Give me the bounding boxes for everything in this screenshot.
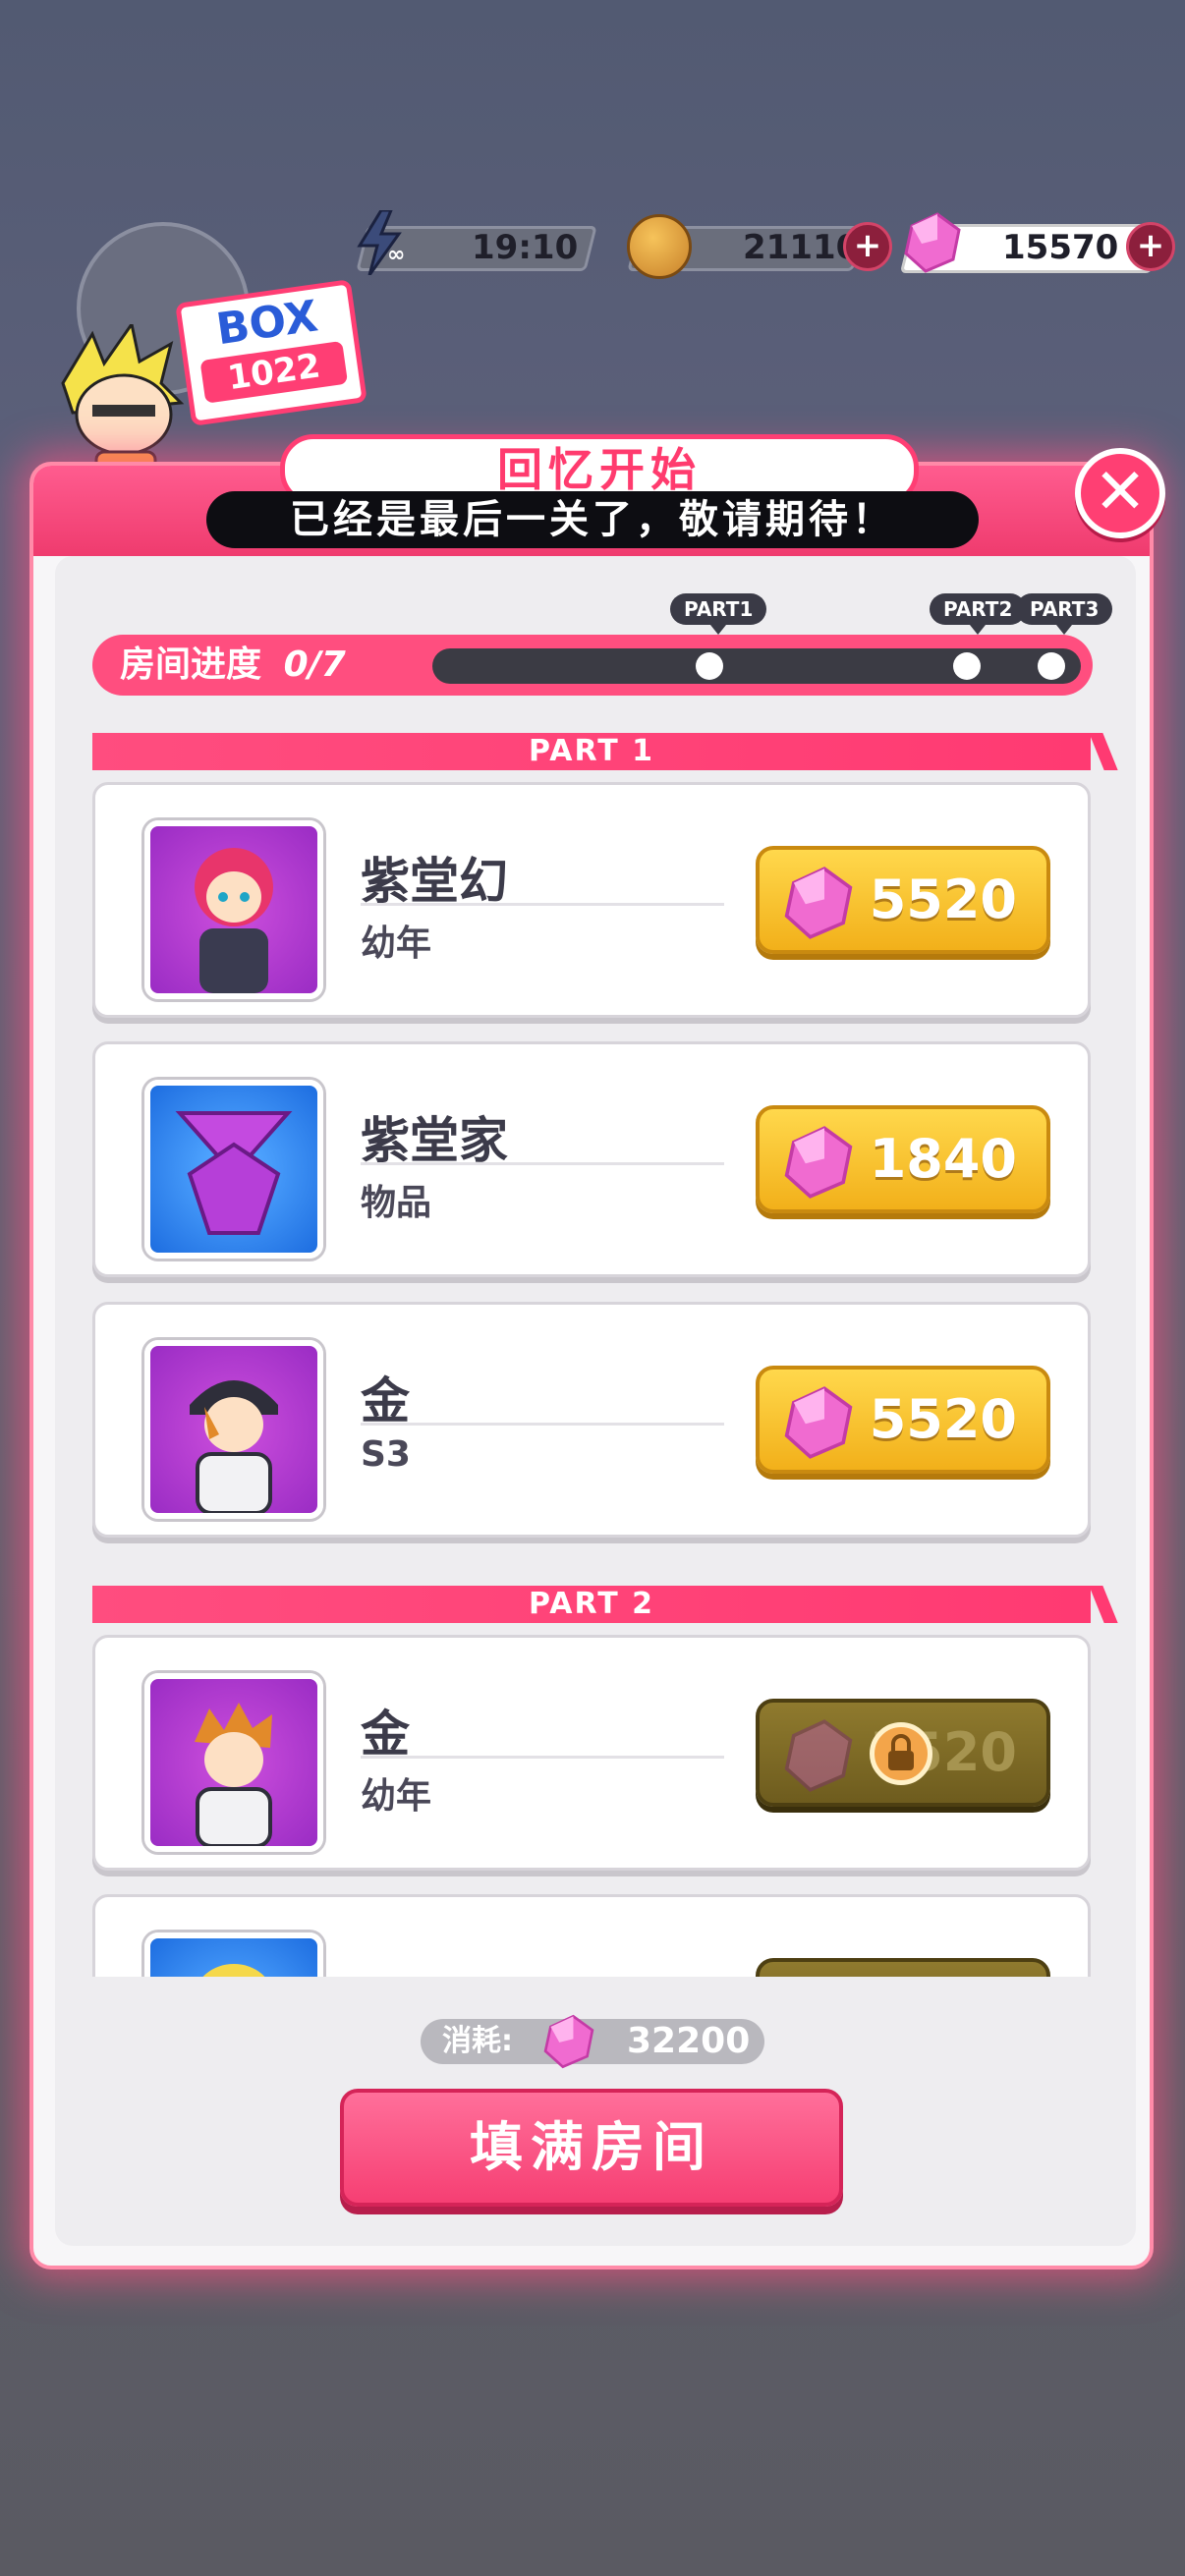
gem-icon (784, 1386, 853, 1459)
locked-buy-button[interactable] (756, 1958, 1050, 1977)
avatar (144, 1673, 323, 1852)
avatar (144, 1932, 323, 1977)
buy-button[interactable]: 5520 (756, 1366, 1050, 1474)
avatar (144, 1080, 323, 1259)
cost-display: 消耗: 32200 (421, 2014, 764, 2069)
buy-button[interactable]: 5520 (756, 846, 1050, 954)
gem-icon (543, 2014, 594, 2069)
locked-buy-button[interactable]: 5520 (756, 1699, 1050, 1807)
room-list[interactable]: PART 1 紫堂幻 幼年 5520 紫堂家 物品 1840 金 S3 5520… (0, 0, 1185, 1977)
item-subtitle: 幼年 (361, 1776, 432, 1817)
buy-button[interactable]: 1840 (756, 1105, 1050, 1213)
section-header-part2: PART 2 (92, 1586, 1091, 1623)
cost-label: 消耗: (442, 2024, 513, 2058)
list-item[interactable]: 金 S3 5520 (92, 1302, 1091, 1538)
gem-icon (784, 1126, 853, 1199)
cost-value: 32200 (627, 2021, 751, 2061)
item-subtitle: S3 (361, 1434, 411, 1475)
fill-room-button[interactable]: 填满房间 (340, 2089, 843, 2207)
list-item[interactable]: 紫堂幻 幼年 5520 (92, 782, 1091, 1018)
item-subtitle: 物品 (361, 1183, 432, 1223)
avatar (144, 1340, 323, 1519)
divider (361, 1423, 724, 1426)
gem-icon (784, 1719, 853, 1792)
avatar (144, 820, 323, 999)
section-header-part1: PART 1 (92, 733, 1091, 770)
price: 5520 (869, 1388, 1017, 1450)
divider (361, 1162, 724, 1165)
item-subtitle: 幼年 (361, 924, 432, 964)
list-item[interactable]: 金 幼年 5520 (92, 1635, 1091, 1871)
price: 1840 (869, 1128, 1017, 1190)
gem-icon (784, 867, 853, 939)
lock-icon (870, 1722, 932, 1785)
list-item[interactable] (92, 1894, 1091, 1977)
divider (361, 903, 724, 906)
list-item[interactable]: 紫堂家 物品 1840 (92, 1041, 1091, 1277)
price: 5520 (869, 868, 1017, 930)
divider (361, 1756, 724, 1759)
